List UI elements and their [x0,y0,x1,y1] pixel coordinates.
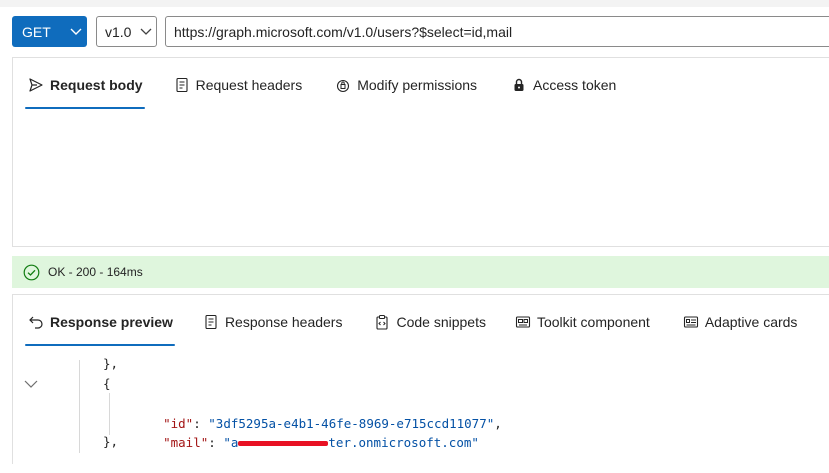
json-line: "id": "3df5295a-e4b1-46fe-8969-e715ccd11… [133,394,502,431]
component-icon [514,313,532,331]
tab-label: Toolkit component [536,314,650,330]
json-colon: : [208,435,224,450]
tab-response-preview[interactable]: Response preview [25,307,175,346]
top-strip [0,0,829,7]
tab-request-body[interactable]: Request body [25,70,145,109]
tab-label: Access token [533,77,617,93]
undo-arrow-icon [27,313,45,331]
indent-guide [109,393,110,435]
tab-label: Request body [50,77,143,93]
tab-label: Adaptive cards [704,314,798,330]
tab-response-headers[interactable]: Response headers [202,307,343,337]
status-text: OK - 200 - 164ms [48,265,143,279]
send-icon [27,76,45,94]
redaction-mark [238,441,329,446]
json-comma: , [494,416,502,431]
api-version-label: v1.0 [105,23,132,40]
tab-access-token[interactable]: Access token [510,70,616,100]
status-bar: OK - 200 - 164ms [12,256,829,288]
shield-lock-icon [334,76,352,94]
indent-guide [79,360,80,453]
tab-label: Modify permissions [357,77,478,93]
chevron-down-icon[interactable] [24,377,38,392]
document-icon [173,76,191,94]
tab-adaptive-cards[interactable]: Adaptive cards [682,307,798,337]
chevron-down-icon [136,28,156,36]
check-circle-icon [23,264,40,281]
clipboard-icon [373,313,391,331]
document-icon [202,313,220,331]
request-tabs: Request body Request headers Modify perm… [25,70,616,109]
api-version-dropdown[interactable]: v1.0 [96,16,157,47]
tab-label: Request headers [195,77,303,93]
tab-label: Response preview [50,314,173,330]
tab-label: Code snippets [396,314,486,330]
json-line: }, [103,356,119,371]
chevron-down-icon [65,16,87,47]
lock-icon [510,76,528,94]
tab-label: Response headers [224,314,343,330]
http-method-label: GET [22,23,51,40]
tab-toolkit-component[interactable]: Toolkit component [514,307,650,337]
tab-modify-permissions[interactable]: Modify permissions [334,70,477,100]
json-line: "mail": "a ter.onmicrosoft.com" [133,413,479,450]
tab-request-headers[interactable]: Request headers [173,70,303,100]
json-key: "mail" [163,435,209,450]
json-line: }, [103,434,119,449]
request-url-input[interactable] [165,16,829,47]
card-icon [682,313,700,331]
json-string-prefix: "a [223,435,239,450]
http-method-dropdown[interactable]: GET [12,16,87,47]
json-line: { [103,376,111,391]
tab-code-snippets[interactable]: Code snippets [373,307,486,337]
response-tabs: Response preview Response headers Code s… [25,307,798,346]
response-json-preview[interactable]: }, { "id": "3df5295a-e4b1-46fe-8969-e715… [13,356,829,453]
json-string-suffix: ter.onmicrosoft.com" [328,435,479,450]
